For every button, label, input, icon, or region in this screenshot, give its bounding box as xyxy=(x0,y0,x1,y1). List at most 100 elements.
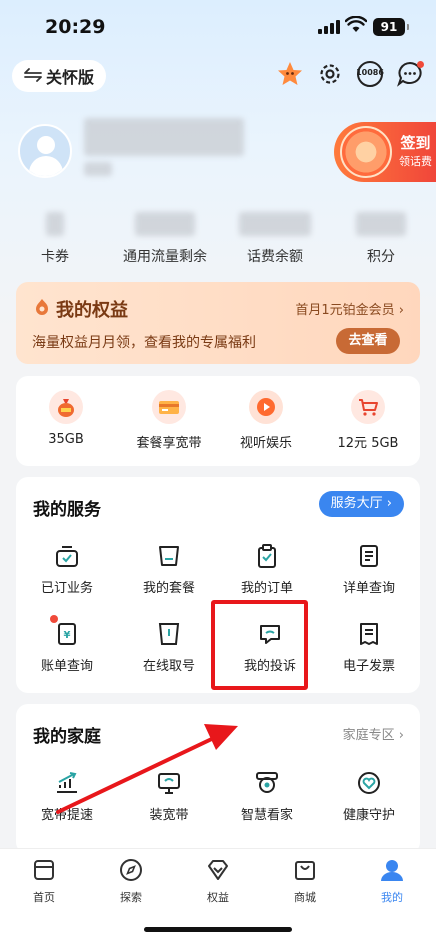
sign-in-subtitle: 领话费 xyxy=(399,155,432,168)
rights-card[interactable]: 我的权益 首月1元铂金会员 › 海量权益月月领，查看我的专属福利 去查看 xyxy=(16,282,420,364)
care-mode-button[interactable]: 关怀版 xyxy=(12,60,107,92)
rights-title-text: 我的权益 xyxy=(56,300,128,321)
family-label: 装宽带 xyxy=(149,808,189,823)
order-icon xyxy=(252,541,282,571)
stat-value-redacted xyxy=(135,212,195,236)
promo-label: 35GB xyxy=(48,432,84,447)
stat-label: 积分 xyxy=(367,249,395,265)
promo-item-35gb[interactable]: 35GB xyxy=(21,390,111,447)
family-speed-up[interactable]: 宽带提速 xyxy=(22,768,112,823)
promo-label: 视听娱乐 xyxy=(239,436,292,451)
diamond-icon xyxy=(205,857,231,883)
support-10086-icon[interactable]: 10086 xyxy=(356,60,384,88)
service-my-complaint[interactable]: 我的投诉 xyxy=(225,619,315,674)
tab-explore[interactable]: 探索 xyxy=(101,857,161,905)
promo-item-broadband[interactable]: 套餐享宽带 xyxy=(124,390,214,451)
tab-label: 探索 xyxy=(120,891,142,904)
tab-label: 首页 xyxy=(33,891,55,904)
cellular-signal-icon xyxy=(318,20,340,34)
family-zone-link[interactable]: 家庭专区 › xyxy=(343,724,404,743)
star-mascot-icon[interactable] xyxy=(276,60,304,88)
stat-value-redacted xyxy=(239,212,311,236)
service-online-queue[interactable]: 在线取号 xyxy=(124,619,214,674)
tab-label: 权益 xyxy=(207,891,229,904)
service-my-package[interactable]: 我的套餐 xyxy=(124,541,214,596)
tab-rights[interactable]: 权益 xyxy=(188,857,248,905)
family-title: 我的家庭 xyxy=(33,727,101,747)
service-bill-query[interactable]: ¥ 账单查询 xyxy=(22,615,112,674)
crown-icon xyxy=(32,298,52,321)
chevron-right-icon: › xyxy=(398,303,404,318)
card-icon xyxy=(152,390,186,424)
shop-bag-icon xyxy=(292,857,318,883)
promo-item-12yuan-5gb[interactable]: 12元 5GB xyxy=(323,390,413,451)
stat-label: 通用流量剩余 xyxy=(123,249,207,265)
tab-label: 商城 xyxy=(294,891,316,904)
message-icon[interactable] xyxy=(396,60,424,88)
queue-number-icon xyxy=(154,619,184,649)
services-title: 我的服务 xyxy=(33,500,101,520)
play-icon xyxy=(249,390,283,424)
service-label: 详单查询 xyxy=(342,581,395,596)
prize-wheel-icon xyxy=(340,126,392,178)
header-actions: 10086 xyxy=(276,60,424,88)
rights-promo-link[interactable]: 首月1元铂金会员 › xyxy=(295,299,404,318)
family-zone-label: 家庭专区 xyxy=(342,728,395,743)
home-icon xyxy=(31,857,57,883)
tab-mall[interactable]: 商城 xyxy=(275,857,335,905)
family-label: 智慧看家 xyxy=(240,808,293,823)
promo-card: 35GB 套餐享宽带 视听娱乐 12元 5GB xyxy=(16,376,420,466)
promo-label: 套餐享宽带 xyxy=(136,436,202,451)
service-e-invoice[interactable]: 电子发票 xyxy=(324,619,414,674)
avatar[interactable] xyxy=(18,124,72,178)
family-smart-home-watch[interactable]: 智慧看家 xyxy=(222,768,312,823)
money-bag-icon xyxy=(49,390,83,424)
stat-points[interactable]: 积分 xyxy=(352,212,410,266)
service-my-order[interactable]: 我的订单 xyxy=(222,541,312,596)
service-subscribed[interactable]: 已订业务 xyxy=(22,541,112,596)
status-bar: 20:29 91 xyxy=(0,0,436,56)
tab-bar: 首页 探索 权益 商城 我的 xyxy=(0,848,436,942)
promo-label: 12元 5GB xyxy=(337,436,399,451)
detail-list-icon xyxy=(354,541,384,571)
stat-value-redacted xyxy=(46,212,64,236)
sign-in-title: 签到 xyxy=(400,134,431,152)
monitor-icon xyxy=(154,768,184,798)
bill-icon: ¥ xyxy=(50,615,82,649)
stat-label: 卡券 xyxy=(41,249,69,265)
family-install-broadband[interactable]: 装宽带 xyxy=(124,768,214,823)
family-health-guard[interactable]: 健康守护 xyxy=(324,768,414,823)
promo-item-entertainment[interactable]: 视听娱乐 xyxy=(221,390,311,451)
tab-home[interactable]: 首页 xyxy=(14,857,74,905)
stat-data-remaining[interactable]: 通用流量剩余 xyxy=(114,212,216,266)
home-indicator xyxy=(144,927,292,932)
family-label: 宽带提速 xyxy=(40,808,93,823)
camera-icon xyxy=(252,768,282,798)
services-card: 我的服务 服务大厅 › 已订业务 我的套餐 我的订单 详单查询 ¥ 账单查询 在… xyxy=(16,477,420,693)
cart-icon xyxy=(351,390,385,424)
rights-title: 我的权益 xyxy=(32,296,128,322)
battery-indicator: 91 xyxy=(373,18,409,36)
service-label: 我的投诉 xyxy=(243,659,296,674)
service-hall-button[interactable]: 服务大厅 › xyxy=(318,491,404,517)
invoice-icon xyxy=(354,619,384,649)
service-label: 我的订单 xyxy=(240,581,293,596)
user-name-redacted xyxy=(84,118,244,156)
stat-balance[interactable]: 话费余额 xyxy=(236,212,314,266)
tab-label: 我的 xyxy=(381,891,403,904)
stat-coupons[interactable]: 卡券 xyxy=(24,212,86,266)
complaint-icon xyxy=(255,619,285,649)
notification-dot xyxy=(50,615,58,623)
speed-up-icon xyxy=(52,768,82,798)
subscribed-icon xyxy=(52,541,82,571)
gear-icon[interactable] xyxy=(316,60,344,88)
service-label: 我的套餐 xyxy=(142,581,195,596)
care-mode-label: 关怀版 xyxy=(46,68,95,87)
rights-view-button[interactable]: 去查看 xyxy=(336,328,400,354)
rights-description: 海量权益月月领，查看我的专属福利 xyxy=(32,335,256,351)
sign-in-button[interactable]: 签到 领话费 xyxy=(334,122,436,182)
svg-text:¥: ¥ xyxy=(64,630,71,641)
tab-mine[interactable]: 我的 xyxy=(362,857,422,905)
service-detail-query[interactable]: 详单查询 xyxy=(324,541,414,596)
service-label: 账单查询 xyxy=(40,659,93,674)
